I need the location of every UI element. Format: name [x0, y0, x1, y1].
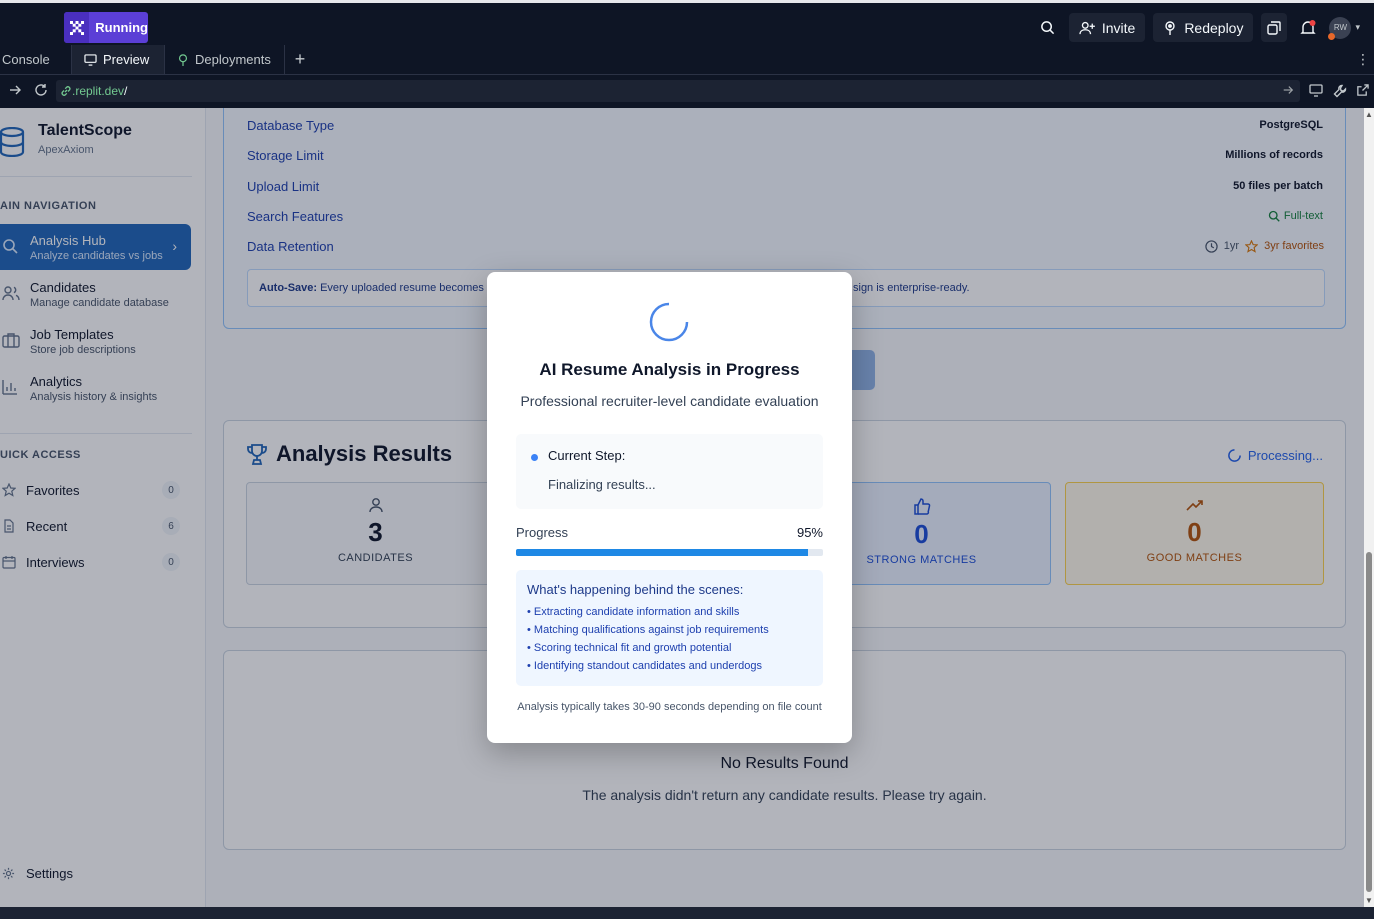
link-icon — [61, 86, 71, 96]
open-new-tab-icon[interactable] — [1356, 84, 1369, 102]
current-step-value: Finalizing results... — [548, 477, 656, 492]
ide-tab-bar: Console Preview Deployments + ⋮ — [0, 45, 1374, 75]
monitor-icon — [84, 53, 97, 66]
modal-title: AI Resume Analysis in Progress — [539, 360, 800, 379]
progress-bar-fill — [516, 549, 808, 556]
devtools-wrench-icon[interactable] — [1333, 84, 1347, 103]
scroll-down-arrow-icon[interactable]: ▼ — [1365, 896, 1373, 905]
current-step-label: Current Step: — [548, 448, 626, 463]
list-item: • Scoring technical fit and growth poten… — [527, 642, 732, 654]
behind-scenes-box: What's happening behind the scenes: • Ex… — [516, 570, 823, 686]
tab-label: Deployments — [195, 52, 271, 67]
replit-logo-icon — [64, 12, 90, 43]
add-user-icon — [1079, 21, 1095, 34]
reload-icon[interactable] — [34, 83, 48, 102]
list-item: • Matching qualifications against job re… — [527, 624, 769, 636]
loading-spinner-icon — [649, 302, 689, 342]
taskbar-strip — [0, 907, 1374, 919]
tab-label: Preview — [103, 52, 150, 67]
tab-deployments[interactable]: Deployments — [165, 45, 285, 74]
preview-url-bar: .replit.dev / — [0, 75, 1374, 108]
current-step-box: Current Step: Finalizing results... — [516, 434, 823, 509]
chevron-down-icon[interactable]: ▾ — [1355, 22, 1360, 33]
avatar-status-dot — [1328, 32, 1336, 40]
url-input[interactable]: .replit.dev / — [56, 80, 1300, 102]
modal-footer-note: Analysis typically takes 30-90 seconds d… — [517, 701, 822, 713]
ide-top-bar: Running Invite Redeploy RW ▾ — [0, 0, 1374, 45]
device-preview-icon[interactable] — [1309, 84, 1323, 102]
url-path: / — [124, 84, 128, 98]
status-dot — [531, 454, 538, 461]
windows-button[interactable] — [1261, 13, 1288, 42]
progress-percent: 95% — [796, 525, 823, 540]
redeploy-button[interactable]: Redeploy — [1153, 13, 1254, 42]
modal-subtitle: Professional recruiter-level candidate e… — [520, 393, 819, 409]
progress-bar — [516, 549, 823, 556]
scroll-up-arrow-icon[interactable]: ▲ — [1365, 110, 1373, 119]
page-scrollbar[interactable]: ▲ ▼ — [1364, 108, 1374, 907]
redeploy-label: Redeploy — [1184, 19, 1244, 36]
run-status-label: Running — [95, 20, 148, 35]
add-tab-plus-icon[interactable]: + — [285, 45, 315, 74]
go-arrow-icon[interactable] — [1282, 84, 1294, 99]
search-icon[interactable] — [1035, 15, 1061, 41]
progress-label: Progress — [516, 525, 569, 540]
notifications-bell-icon[interactable] — [1295, 15, 1321, 41]
invite-button[interactable]: Invite — [1068, 13, 1146, 42]
tab-preview[interactable]: Preview — [72, 45, 165, 74]
invite-label: Invite — [1101, 19, 1136, 36]
windows-icon — [1267, 20, 1282, 35]
analysis-progress-modal: AI Resume Analysis in Progress Professio… — [487, 272, 852, 743]
scrollbar-thumb[interactable] — [1366, 552, 1372, 892]
run-status-button[interactable]: Running — [64, 12, 148, 43]
deploy-icon — [1165, 20, 1176, 35]
deployments-icon — [178, 53, 188, 66]
tab-console[interactable]: Console — [0, 45, 72, 74]
tab-label: Console — [2, 52, 50, 67]
more-options-icon[interactable]: ⋮ — [1352, 45, 1374, 74]
url-domain: .replit.dev — [72, 84, 125, 98]
scenes-title: What's happening behind the scenes: — [527, 582, 744, 597]
forward-arrow-icon[interactable] — [8, 83, 22, 102]
avatar-initials: RW — [1333, 23, 1348, 32]
list-item: • Extracting candidate information and s… — [527, 606, 740, 618]
avatar[interactable]: RW — [1328, 16, 1352, 40]
list-item: • Identifying standout candidates and un… — [527, 660, 763, 672]
